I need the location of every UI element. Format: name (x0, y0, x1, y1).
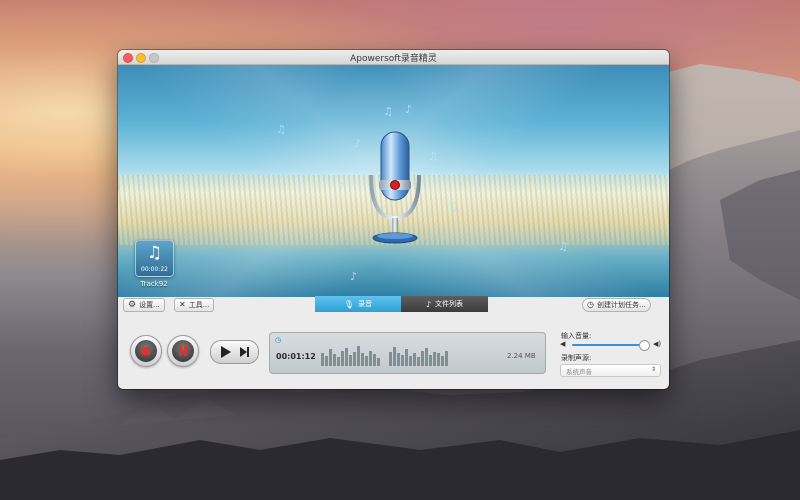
level-bar (421, 351, 424, 366)
level-bar (437, 353, 440, 366)
tools-label: 工具... (188, 301, 210, 309)
tools-icon: ✕ (179, 300, 186, 309)
recording-status-panel: ◷ 00:01:12 2.24 MB (269, 332, 546, 374)
level-bar (337, 357, 340, 366)
level-bar (441, 356, 444, 366)
chevron-updown-icon: ⇕ (650, 366, 656, 373)
level-bar (361, 353, 364, 366)
music-note-icon: ♫ (146, 243, 163, 263)
track-name: Track92 (140, 280, 168, 288)
level-bar (369, 351, 372, 366)
stop-button[interactable] (130, 335, 162, 367)
level-bar (365, 356, 368, 366)
tab-record-label: 录音 (358, 300, 373, 308)
level-bar (445, 351, 448, 366)
music-note-icon: ♫ (383, 105, 393, 118)
track-duration: 00:00:22 (141, 266, 168, 273)
settings-button[interactable]: ⚙ 设置... (123, 298, 165, 312)
schedule-task-button[interactable]: ◷ 创建计划任务... (582, 298, 651, 312)
music-note-icon: ♪ (528, 175, 536, 188)
input-volume-knob[interactable] (639, 340, 650, 351)
level-bar (413, 353, 416, 366)
level-bar (329, 349, 332, 366)
clock-icon: ◷ (587, 300, 594, 309)
input-volume-slider[interactable] (572, 344, 648, 346)
level-bar (397, 353, 400, 366)
level-bar (401, 355, 404, 366)
level-bar (341, 351, 344, 366)
stop-icon (142, 347, 150, 355)
level-bar (433, 352, 436, 366)
track-thumbnail[interactable]: ♫ 00:00:22 (135, 240, 174, 277)
microphone-icon: 🎙 (343, 299, 355, 309)
level-bar (325, 356, 328, 366)
app-window: Apowersoft录音精灵 ♫ ♪ ♫ ♪ ♫ ♪ ♪ ♫ ♫ ♪ ♫ 00:… (118, 50, 669, 389)
record-source-label: 录制声源: (561, 354, 592, 362)
tab-file-list-label: 文件列表 (435, 300, 464, 308)
volume-high-icon: ◀) (653, 340, 662, 348)
music-note-icon: ♫ (276, 123, 286, 136)
level-bar (409, 356, 412, 366)
microphone-artwork (369, 131, 421, 244)
title-bar: Apowersoft录音精灵 (118, 50, 669, 65)
level-bar (321, 353, 324, 366)
pause-icon (179, 346, 182, 356)
stop-icon-bg (135, 340, 157, 362)
tab-file-list[interactable]: ♪ 文件列表 (401, 296, 488, 312)
skip-bar (247, 347, 249, 357)
level-bar (417, 357, 420, 366)
tab-record[interactable]: 🎙 录音 (315, 296, 401, 312)
pause-icon-bg (172, 340, 194, 362)
elapsed-time: 00:01:12 (276, 352, 316, 361)
level-bar (389, 352, 392, 366)
file-size: 2.24 MB (507, 352, 536, 360)
volume-low-icon: ◀ (560, 340, 566, 348)
level-bar (405, 349, 408, 366)
settings-label: 设置... (139, 301, 160, 309)
audio-level-meter (321, 339, 448, 366)
level-bar (345, 348, 348, 366)
tools-button[interactable]: ✕ 工具... (174, 298, 215, 312)
level-bar (429, 355, 432, 366)
music-note-icon: ♪ (405, 103, 413, 116)
music-note-icon: ♫ (558, 240, 568, 253)
input-volume-label: 输入音量: (561, 332, 592, 340)
banner-artwork: ♫ ♪ ♫ ♪ ♫ ♪ ♪ ♫ ♫ ♪ ♫ 00:00:22 Track92 (118, 65, 669, 297)
music-note-icon: ♪ (425, 299, 432, 309)
skip-next-icon (240, 347, 247, 357)
music-note-icon: ♫ (448, 200, 458, 213)
level-bar (333, 354, 336, 366)
level-bar (357, 346, 360, 366)
level-bar (349, 355, 352, 366)
play-icon (221, 346, 231, 358)
schedule-task-label: 创建计划任务... (596, 301, 646, 309)
record-source-value: 系统声音 (566, 368, 592, 376)
level-bar (377, 358, 380, 366)
gear-icon: ⚙ (128, 299, 137, 310)
music-note-icon: ♪ (338, 180, 346, 193)
level-bar (425, 348, 428, 366)
level-bar (393, 347, 396, 366)
music-note-icon: ♪ (350, 270, 358, 283)
play-next-button[interactable] (210, 340, 259, 364)
level-bar (373, 354, 376, 366)
window-title: Apowersoft录音精灵 (350, 54, 437, 64)
pause-button[interactable] (167, 335, 199, 367)
record-source-select[interactable]: 系统声音 ⇕ (560, 364, 661, 377)
clock-icon: ◷ (275, 336, 282, 344)
level-bar (353, 352, 356, 366)
